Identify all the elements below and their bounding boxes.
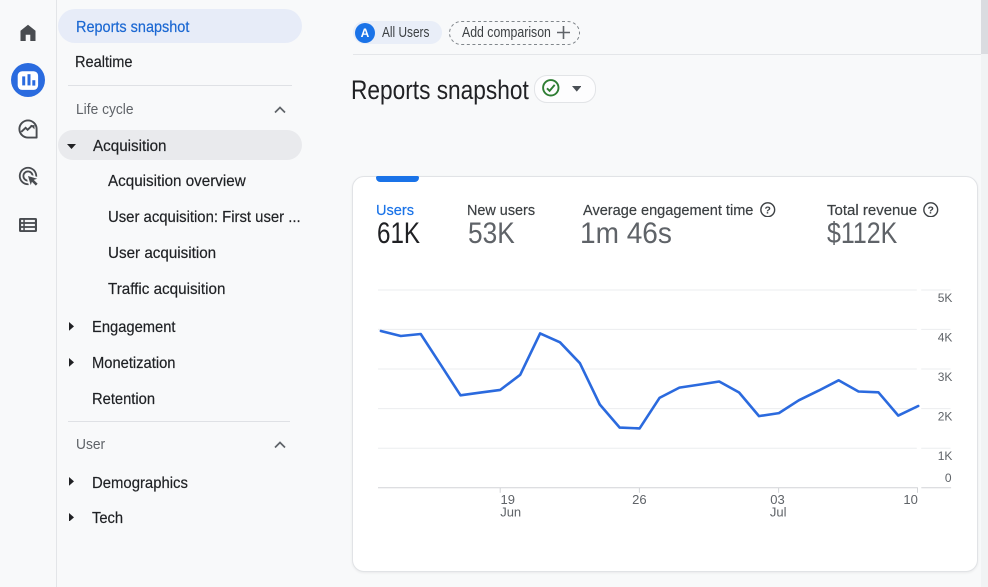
svg-text:Jul: Jul — [770, 504, 787, 519]
svg-text:4K: 4K — [938, 330, 953, 344]
svg-text:5K: 5K — [938, 291, 953, 305]
svg-text:0: 0 — [945, 471, 952, 485]
svg-text:10: 10 — [903, 492, 917, 507]
svg-text:2K: 2K — [938, 410, 953, 424]
svg-text:26: 26 — [632, 492, 646, 507]
svg-text:Jun: Jun — [500, 504, 521, 519]
svg-text:3K: 3K — [938, 370, 953, 384]
svg-text:1K: 1K — [938, 449, 953, 463]
